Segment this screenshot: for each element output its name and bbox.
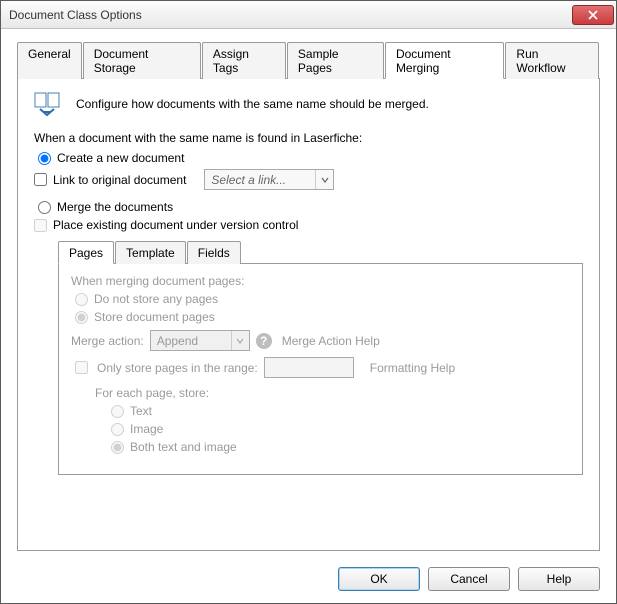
tab-document-merging[interactable]: Document Merging — [385, 42, 504, 79]
radio-store-both-label: Both text and image — [130, 440, 237, 454]
main-tabstrip: General Document Storage Assign Tags Sam… — [17, 41, 600, 79]
window-title: Document Class Options — [9, 8, 572, 22]
dialog-window: Document Class Options General Document … — [0, 0, 617, 604]
radio-store-text-label: Text — [130, 404, 152, 418]
radio-no-store-label: Do not store any pages — [94, 292, 218, 306]
checkbox-only-range-input — [75, 361, 88, 374]
chevron-down-icon — [315, 170, 333, 189]
radio-store-input — [75, 311, 88, 324]
radio-store-image: Image — [111, 422, 570, 436]
radio-store-both: Both text and image — [111, 440, 570, 454]
inner-tab-template[interactable]: Template — [115, 241, 186, 264]
radio-store-text-input — [111, 405, 124, 418]
checkbox-version-control-label: Place existing document under version co… — [53, 218, 298, 232]
inner-tab-pages[interactable]: Pages — [58, 241, 114, 264]
checkbox-link-original-label: Link to original document — [53, 173, 186, 187]
radio-store: Store document pages — [75, 310, 570, 324]
inner-tab-container: Pages Template Fields When merging docum… — [58, 240, 583, 475]
merge-action-row: Merge action: Append ? Merge Action Help — [71, 330, 570, 351]
close-button[interactable] — [572, 5, 614, 25]
close-icon — [588, 10, 598, 20]
checkbox-version-control-input[interactable] — [34, 219, 47, 232]
merge-icon — [34, 91, 66, 117]
merge-action-help: Merge Action Help — [282, 334, 380, 348]
inner-tabstrip: Pages Template Fields — [58, 240, 583, 264]
merge-action-label: Merge action: — [71, 334, 144, 348]
tab-sample-pages[interactable]: Sample Pages — [287, 42, 384, 79]
radio-create-new-input[interactable] — [38, 152, 51, 165]
tab-general[interactable]: General — [17, 42, 82, 79]
tab-document-storage[interactable]: Document Storage — [83, 42, 201, 79]
section-heading: When a document with the same name is fo… — [34, 131, 583, 145]
checkbox-version-control[interactable]: Place existing document under version co… — [34, 218, 583, 232]
pages-heading: When merging document pages: — [71, 274, 570, 288]
chevron-down-icon — [231, 331, 249, 350]
tab-run-workflow[interactable]: Run Workflow — [505, 42, 599, 79]
radio-create-new[interactable]: Create a new document — [38, 151, 583, 165]
radio-store-image-input — [111, 423, 124, 436]
intro-row: Configure how documents with the same na… — [34, 91, 583, 117]
checkbox-link-original-input[interactable] — [34, 173, 47, 186]
inner-tab-panel-pages: When merging document pages: Do not stor… — [58, 264, 583, 475]
only-range-row: Only store pages in the range: Formattin… — [71, 357, 570, 378]
button-bar: OK Cancel Help — [1, 559, 616, 603]
checkbox-only-range-label: Only store pages in the range: — [97, 361, 258, 375]
range-textbox — [264, 357, 354, 378]
radio-store-text: Text — [111, 404, 570, 418]
radio-no-store-input — [75, 293, 88, 306]
content-area: General Document Storage Assign Tags Sam… — [1, 29, 616, 559]
cancel-button[interactable]: Cancel — [428, 567, 510, 591]
radio-store-label: Store document pages — [94, 310, 215, 324]
ok-button[interactable]: OK — [338, 567, 420, 591]
link-select-combo[interactable]: Select a link... — [204, 169, 334, 190]
formatting-help-link: Formatting Help — [370, 361, 455, 375]
tab-panel-document-merging: Configure how documents with the same na… — [17, 79, 600, 551]
merge-action-value: Append — [151, 334, 231, 348]
inner-tab-fields[interactable]: Fields — [187, 241, 241, 264]
radio-merge-docs[interactable]: Merge the documents — [38, 200, 583, 214]
intro-text: Configure how documents with the same na… — [76, 97, 429, 111]
radio-merge-docs-input[interactable] — [38, 201, 51, 214]
radio-store-image-label: Image — [130, 422, 163, 436]
radio-create-new-label: Create a new document — [57, 151, 184, 165]
foreach-label: For each page, store: — [95, 386, 570, 400]
radio-store-both-input — [111, 441, 124, 454]
titlebar: Document Class Options — [1, 1, 616, 29]
radio-merge-docs-label: Merge the documents — [57, 200, 173, 214]
checkbox-link-original[interactable]: Link to original document Select a link.… — [34, 169, 583, 190]
tab-assign-tags[interactable]: Assign Tags — [202, 42, 286, 79]
help-icon: ? — [256, 333, 272, 349]
merge-action-combo: Append — [150, 330, 250, 351]
radio-no-store: Do not store any pages — [75, 292, 570, 306]
help-button[interactable]: Help — [518, 567, 600, 591]
link-select-placeholder: Select a link... — [205, 173, 315, 187]
